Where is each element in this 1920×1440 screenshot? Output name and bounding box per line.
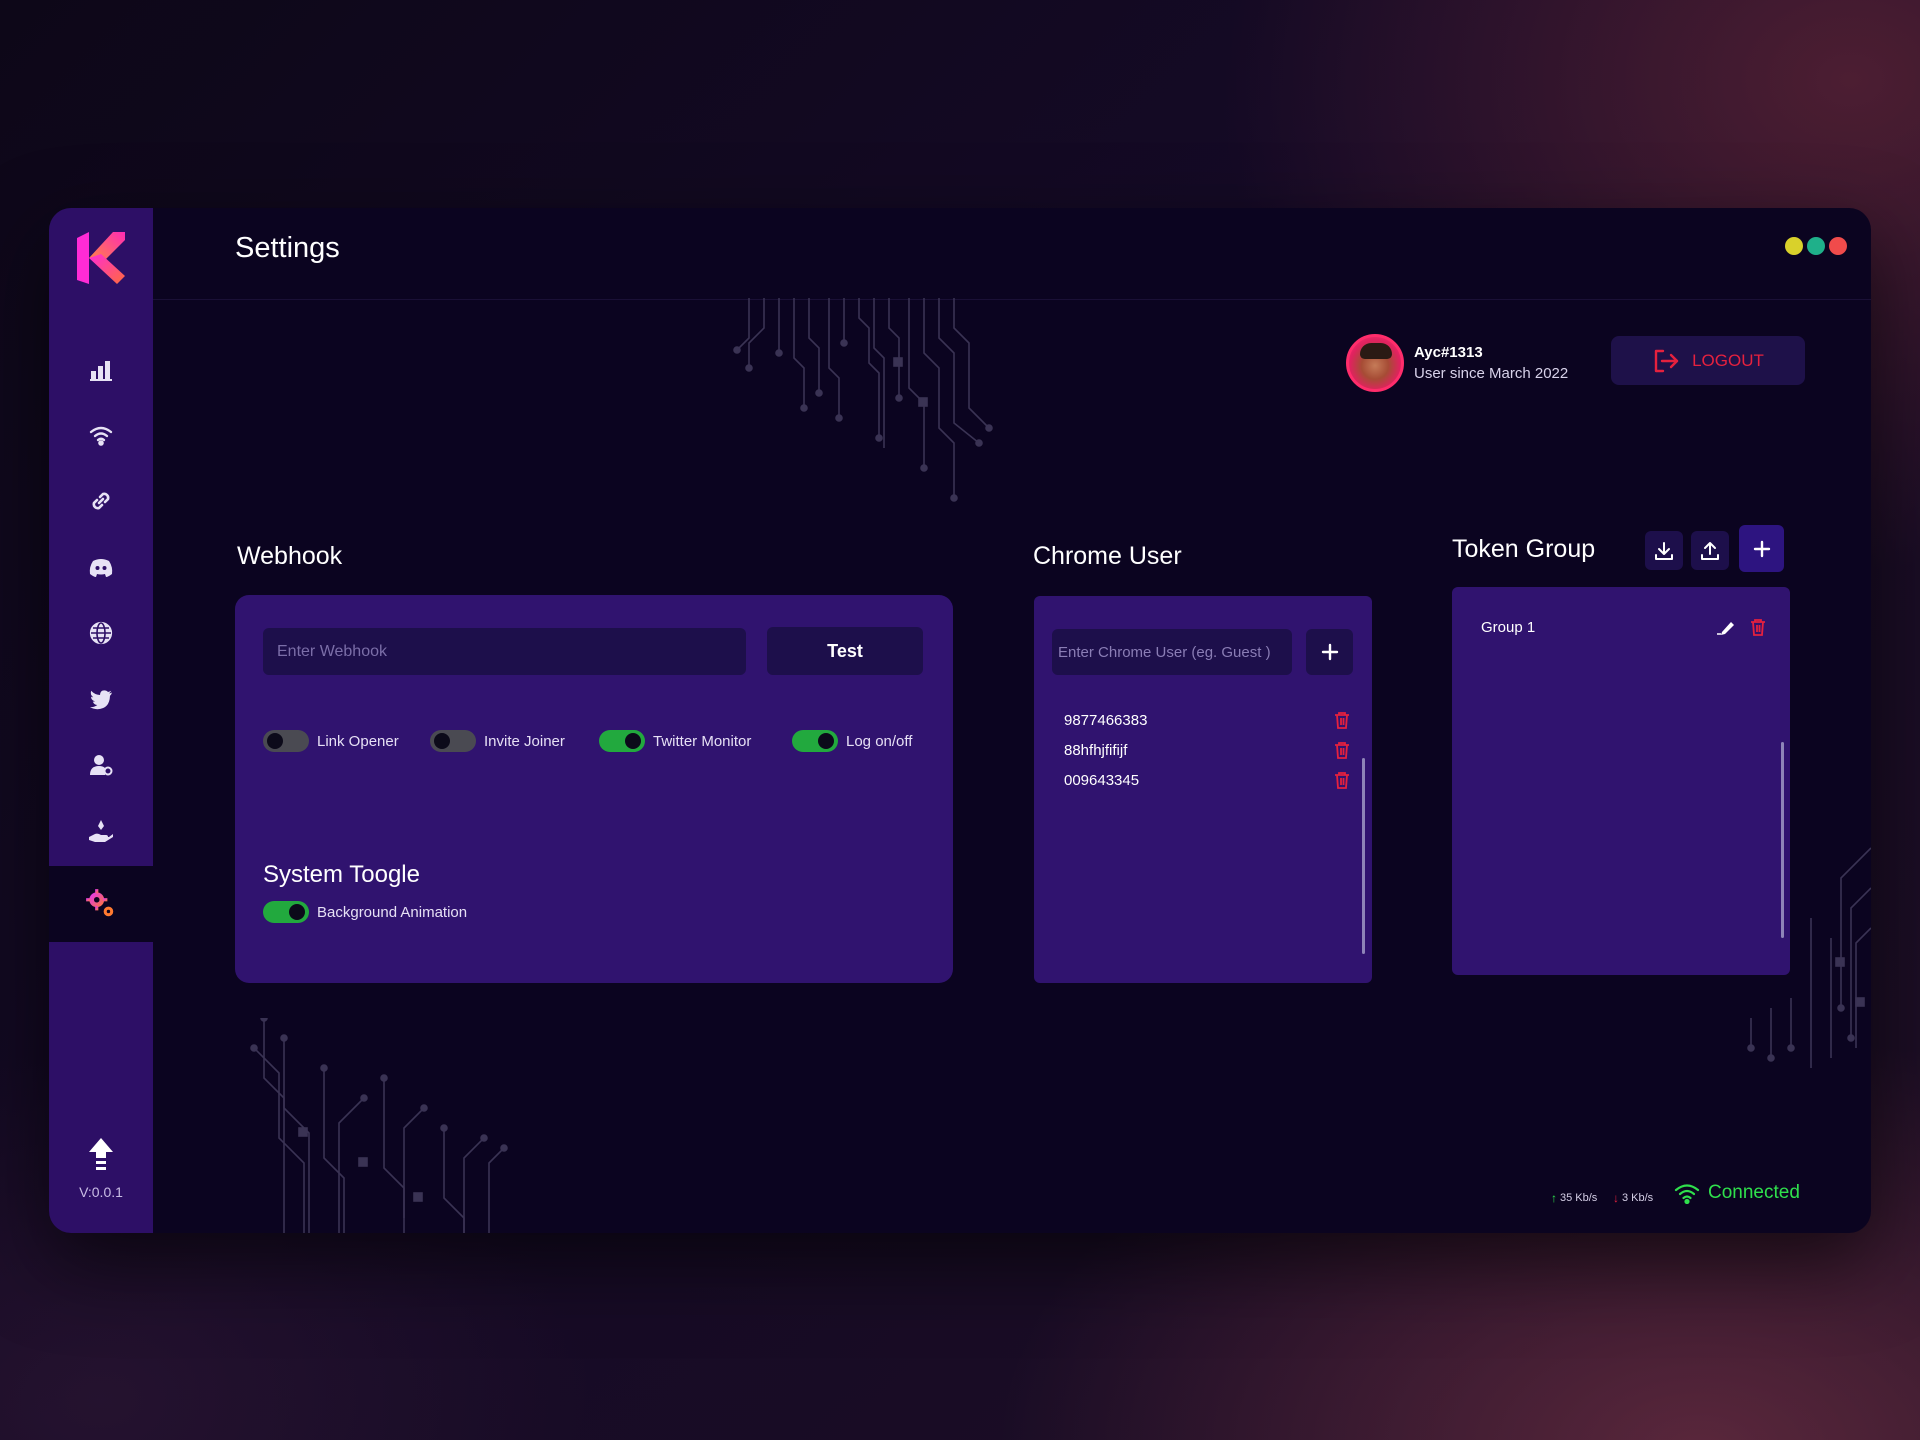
- token-group-scrollbar[interactable]: [1781, 742, 1784, 938]
- webhook-card: Test Link Opener Invite Joiner Twitter M…: [235, 595, 953, 983]
- sidebar-item-dashboard[interactable]: [49, 336, 153, 402]
- add-chrome-user-button[interactable]: [1306, 629, 1353, 675]
- globe-icon: [89, 621, 113, 645]
- toggle-twitter-monitor: Twitter Monitor: [599, 730, 751, 752]
- circuit-decoration-top: [733, 298, 993, 502]
- list-item: 88hfhjfifijf: [1064, 736, 1350, 764]
- user-icon: [90, 755, 113, 776]
- toggle-invite-joiner: Invite Joiner: [430, 730, 565, 752]
- top-bar: Settings: [153, 208, 1871, 300]
- edit-icon[interactable]: [1716, 618, 1736, 636]
- download-speed: ↓ 3 Kb/s: [1613, 1191, 1653, 1205]
- list-item: 009643345: [1064, 766, 1350, 794]
- background-animation-toggle[interactable]: [263, 901, 309, 923]
- import-button[interactable]: [1645, 531, 1683, 570]
- chrome-user-value: 009643345: [1064, 771, 1140, 789]
- logout-icon: [1654, 349, 1679, 372]
- connection-label: Connected: [1708, 1182, 1800, 1203]
- connection-status: Connected: [1674, 1182, 1800, 1204]
- sidebar-item-discord[interactable]: [49, 534, 153, 600]
- toggle-log: Log on/off: [792, 730, 912, 752]
- toggle-label: Twitter Monitor: [653, 732, 752, 750]
- minimize-button[interactable]: [1785, 237, 1803, 255]
- chrome-user-scrollbar[interactable]: [1362, 758, 1365, 954]
- chrome-user-value: 9877466383: [1064, 711, 1148, 729]
- link-opener-toggle[interactable]: [263, 730, 309, 752]
- download-icon: [1655, 541, 1673, 560]
- circuit-decoration-bottom: [250, 1018, 508, 1233]
- trash-icon[interactable]: [1750, 618, 1766, 636]
- sidebar-item-accounts[interactable]: [49, 732, 153, 798]
- link-icon: [92, 492, 110, 510]
- chart-icon: [90, 361, 112, 381]
- sidebar: V:0.0.1: [49, 208, 153, 1233]
- user-name: Ayc#1313: [1414, 344, 1483, 361]
- token-group-title: Token Group: [1452, 535, 1596, 563]
- token-group-card: Group 1: [1452, 587, 1790, 975]
- app-window: V:0.0.1 Settings Ayc#1313 User since Mar…: [49, 208, 1871, 1233]
- chrome-user-card: 9877466383 88hfhjfifijf 009643345: [1034, 596, 1372, 983]
- list-item[interactable]: Group 1: [1481, 613, 1766, 641]
- upload-speed-value: 35 Kb/s: [1560, 1192, 1598, 1204]
- sidebar-item-twitter[interactable]: [49, 666, 153, 732]
- app-logo: [77, 232, 125, 284]
- twitter-icon: [90, 690, 112, 710]
- toggle-label: Log on/off: [846, 732, 913, 750]
- hand-icon: [89, 820, 113, 842]
- system-toggle-title: System Toogle: [263, 861, 420, 888]
- user-since: User since March 2022: [1414, 365, 1569, 382]
- toggle-label: Link Opener: [317, 732, 399, 750]
- download-speed-value: 3 Kb/s: [1622, 1192, 1654, 1204]
- test-button[interactable]: Test: [767, 627, 923, 675]
- webhook-title: Webhook: [237, 542, 343, 570]
- sidebar-item-giveaway[interactable]: [49, 798, 153, 864]
- toggle-label: Background Animation: [317, 903, 468, 921]
- toggle-background-animation: Background Animation: [263, 901, 467, 923]
- arrow-down-icon: ↓: [1613, 1191, 1619, 1205]
- log-toggle[interactable]: [792, 730, 838, 752]
- logout-label: LOGOUT: [1692, 350, 1764, 370]
- plus-icon: [1321, 643, 1338, 661]
- toggle-link-opener: Link Opener: [263, 730, 399, 752]
- upload-icon: [1701, 541, 1719, 560]
- sidebar-item-monitor[interactable]: [49, 402, 153, 468]
- token-group-name: Group 1: [1481, 618, 1536, 636]
- discord-icon: [89, 559, 113, 577]
- export-button[interactable]: [1691, 531, 1729, 570]
- upload-speed: ↑ 35 Kb/s: [1551, 1191, 1597, 1205]
- chrome-user-title: Chrome User: [1033, 542, 1182, 570]
- maximize-button[interactable]: [1807, 237, 1825, 255]
- trash-icon[interactable]: [1334, 711, 1350, 729]
- sidebar-item-web[interactable]: [49, 600, 153, 666]
- update-icon[interactable]: [85, 1136, 117, 1174]
- chrome-user-input[interactable]: [1052, 629, 1292, 675]
- gear-icon: [86, 889, 114, 917]
- toggle-label: Invite Joiner: [484, 732, 565, 750]
- trash-icon[interactable]: [1334, 741, 1350, 759]
- twitter-monitor-toggle[interactable]: [599, 730, 645, 752]
- close-button[interactable]: [1829, 237, 1847, 255]
- chrome-user-value: 88hfhjfifijf: [1064, 741, 1128, 759]
- invite-joiner-toggle[interactable]: [430, 730, 476, 752]
- user-profile: Ayc#1313 User since March 2022: [1346, 334, 1568, 392]
- window-controls: [1785, 237, 1847, 255]
- app-version: V:0.0.1: [79, 1184, 123, 1200]
- sidebar-item-link[interactable]: [49, 468, 153, 534]
- plus-icon: [1753, 540, 1770, 557]
- list-item: 9877466383: [1064, 706, 1350, 734]
- logout-button[interactable]: LOGOUT: [1611, 336, 1805, 385]
- trash-icon[interactable]: [1334, 771, 1350, 789]
- wifi-icon: [1674, 1184, 1700, 1204]
- webhook-input[interactable]: [263, 628, 746, 675]
- arrow-up-icon: ↑: [1551, 1191, 1557, 1205]
- avatar: [1346, 334, 1404, 392]
- sidebar-item-settings[interactable]: [49, 866, 153, 942]
- wifi-icon: [89, 426, 113, 446]
- page-title: Settings: [235, 232, 340, 264]
- add-token-group-button[interactable]: [1739, 525, 1784, 572]
